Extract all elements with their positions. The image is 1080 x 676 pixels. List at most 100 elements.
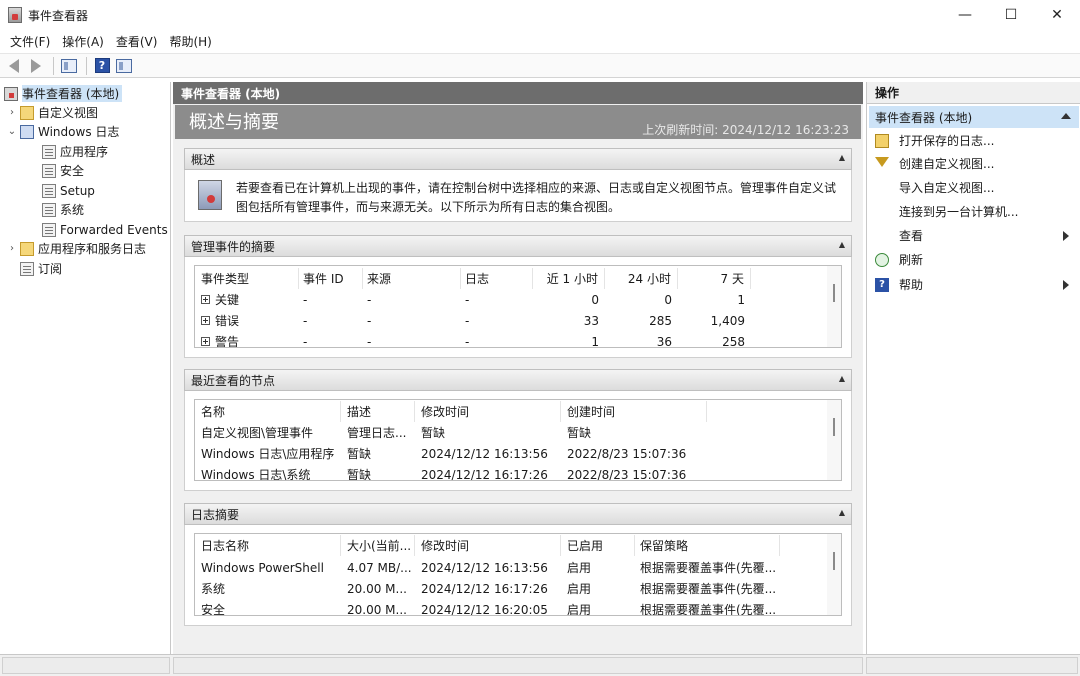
table-cell: -	[367, 292, 372, 307]
admin-summary-section-body: 事件类型 事件 ID 来源 日志 近 1 小时 24 小时 7 天 关键 - -…	[184, 257, 852, 358]
column-header[interactable]: 事件 ID	[303, 268, 363, 289]
action-label: 打开保存的日志...	[899, 134, 995, 148]
tree-item-label: 应用程序和服务日志	[38, 242, 147, 256]
table-cell: -	[303, 313, 308, 328]
expand-icon[interactable]	[201, 316, 210, 325]
collapse-icon[interactable]: ▲	[839, 374, 845, 383]
collapse-up-icon[interactable]	[1061, 113, 1071, 119]
toolbar: ?	[0, 53, 1080, 78]
column-header[interactable]: 创建时间	[567, 401, 707, 422]
blank-icon	[875, 181, 889, 195]
table-row[interactable]: Windows 日志\系统 暂缺 2024/12/12 16:17:26 202…	[195, 464, 825, 481]
table-cell: -	[465, 334, 470, 348]
show-hide-console-tree-button[interactable]	[59, 56, 79, 76]
tree-item-subscriptions[interactable]: 订阅	[20, 259, 62, 278]
table-cell: -	[465, 292, 470, 307]
column-header[interactable]: 日志名称	[201, 535, 341, 556]
tree-item-custom-views[interactable]: › 自定义视图	[6, 103, 98, 122]
table-row[interactable]: 关键 - - - 0 0 1	[195, 289, 825, 310]
minimize-button[interactable]: —	[942, 0, 988, 30]
tree-item-security-log[interactable]: 安全	[42, 161, 84, 180]
tree-item-forwarded-events[interactable]: Forwarded Events	[42, 220, 168, 239]
event-viewer-icon	[4, 86, 18, 101]
actions-pane: 操作 事件查看器 (本地) 打开保存的日志... 创建自定义视图... 导入自定…	[866, 82, 1080, 654]
action-open-saved-log[interactable]: 打开保存的日志...	[867, 129, 1080, 152]
help-toolbar-button[interactable]: ?	[92, 56, 112, 76]
action-connect-computer[interactable]: 连接到另一台计算机...	[867, 200, 1080, 223]
section-title: 管理事件的摘要	[191, 239, 276, 254]
table-cell: -	[303, 334, 308, 348]
column-header[interactable]: 近 1 小时	[533, 268, 605, 289]
window-title: 事件查看器	[28, 8, 89, 23]
column-header[interactable]: 描述	[347, 401, 415, 422]
table-row[interactable]: 系统 20.00 M... 2024/12/12 16:17:26 启用 根据需…	[195, 578, 825, 599]
admin-summary-section-header[interactable]: 管理事件的摘要 ▲	[184, 235, 852, 257]
expand-icon[interactable]	[201, 295, 210, 304]
table-row[interactable]: 错误 - - - 33 285 1,409	[195, 310, 825, 331]
chevron-down-icon[interactable]: ⌄	[6, 126, 18, 137]
tree-item-app-service-logs[interactable]: › 应用程序和服务日志	[6, 239, 146, 258]
close-button[interactable]: ✕	[1034, 0, 1080, 30]
menu-help[interactable]: 帮助(H)	[163, 33, 217, 50]
event-type-cell: 警告	[201, 331, 299, 347]
action-help[interactable]: ? 帮助	[867, 273, 1080, 296]
action-refresh[interactable]: 刷新	[867, 248, 1080, 271]
chevron-right-icon[interactable]: ›	[6, 243, 18, 254]
table-cell: 4.07 MB/...	[347, 560, 412, 575]
column-header[interactable]: 修改时间	[421, 535, 561, 556]
help-icon: ?	[94, 58, 110, 73]
table-cell: 暂缺	[347, 447, 372, 461]
table-row[interactable]: 警告 - - - 1 36 258	[195, 331, 825, 348]
column-header[interactable]: 来源	[367, 268, 461, 289]
tree-item-root[interactable]: 事件查看器 (本地)	[4, 84, 123, 103]
menu-action[interactable]: 操作(A)	[56, 33, 110, 50]
table-cell: 启用	[567, 582, 592, 596]
log-summary-section-header[interactable]: 日志摘要 ▲	[184, 503, 852, 525]
collapse-icon[interactable]: ▲	[839, 240, 845, 249]
forward-button[interactable]	[26, 56, 46, 76]
table-scrollbar[interactable]	[827, 266, 841, 347]
tree-item-windows-logs[interactable]: ⌄ Windows 日志	[6, 122, 119, 141]
expand-icon[interactable]	[201, 337, 210, 346]
table-scrollbar[interactable]	[827, 534, 841, 615]
back-button[interactable]	[4, 56, 24, 76]
section-title: 日志摘要	[191, 507, 240, 522]
overview-section-header[interactable]: 概述 ▲	[184, 148, 852, 170]
recent-nodes-section-header[interactable]: 最近查看的节点 ▲	[184, 369, 852, 391]
tree-item-label: 系统	[60, 203, 85, 217]
column-header[interactable]: 大小(当前...	[347, 535, 415, 556]
show-hide-action-pane-button[interactable]	[114, 56, 134, 76]
column-header[interactable]: 保留策略	[640, 535, 780, 556]
column-header[interactable]: 7 天	[678, 268, 751, 289]
column-header[interactable]: 事件类型	[201, 268, 299, 289]
collapse-icon[interactable]: ▲	[839, 508, 845, 517]
maximize-button[interactable]: ☐	[988, 0, 1034, 30]
collapse-icon[interactable]: ▲	[839, 153, 845, 162]
column-header[interactable]: 修改时间	[421, 401, 561, 422]
action-view[interactable]: 查看	[867, 224, 1080, 247]
column-header[interactable]: 24 小时	[605, 268, 678, 289]
table-row[interactable]: Windows PowerShell 4.07 MB/... 2024/12/1…	[195, 557, 825, 578]
table-row[interactable]: Windows 日志\应用程序 暂缺 2024/12/12 16:13:56 2…	[195, 443, 825, 464]
column-header[interactable]: 名称	[201, 401, 341, 422]
last-refresh-time: 上次刷新时间: 2024/12/12 16:23:23	[642, 123, 849, 137]
column-header[interactable]: 日志	[465, 268, 533, 289]
table-cell: 2024/12/12 16:17:26	[421, 467, 548, 481]
action-create-custom-view[interactable]: 创建自定义视图...	[867, 152, 1080, 175]
menu-view[interactable]: 查看(V)	[110, 33, 164, 50]
table-cell: Windows PowerShell	[201, 560, 324, 575]
action-import-custom-view[interactable]: 导入自定义视图...	[867, 176, 1080, 199]
table-row[interactable]: 自定义视图\管理事件 管理日志... 暂缺 暂缺	[195, 422, 825, 443]
chevron-right-icon[interactable]: ›	[6, 107, 18, 118]
actions-group-header[interactable]: 事件查看器 (本地)	[869, 106, 1079, 128]
tree-item-application-log[interactable]: 应用程序	[42, 142, 108, 161]
table-cell: 285	[649, 313, 672, 328]
tree-item-system-log[interactable]: 系统	[42, 200, 84, 219]
tree-item-setup-log[interactable]: Setup	[42, 181, 95, 200]
column-header[interactable]: 已启用	[567, 535, 635, 556]
table-row[interactable]: 安全 20.00 M... 2024/12/12 16:20:05 启用 根据需…	[195, 599, 825, 616]
tree-item-label: 事件查看器 (本地)	[22, 85, 123, 102]
menu-file[interactable]: 文件(F)	[4, 33, 56, 50]
table-cell: Windows 日志\应用程序	[201, 447, 335, 461]
table-scrollbar[interactable]	[827, 400, 841, 480]
